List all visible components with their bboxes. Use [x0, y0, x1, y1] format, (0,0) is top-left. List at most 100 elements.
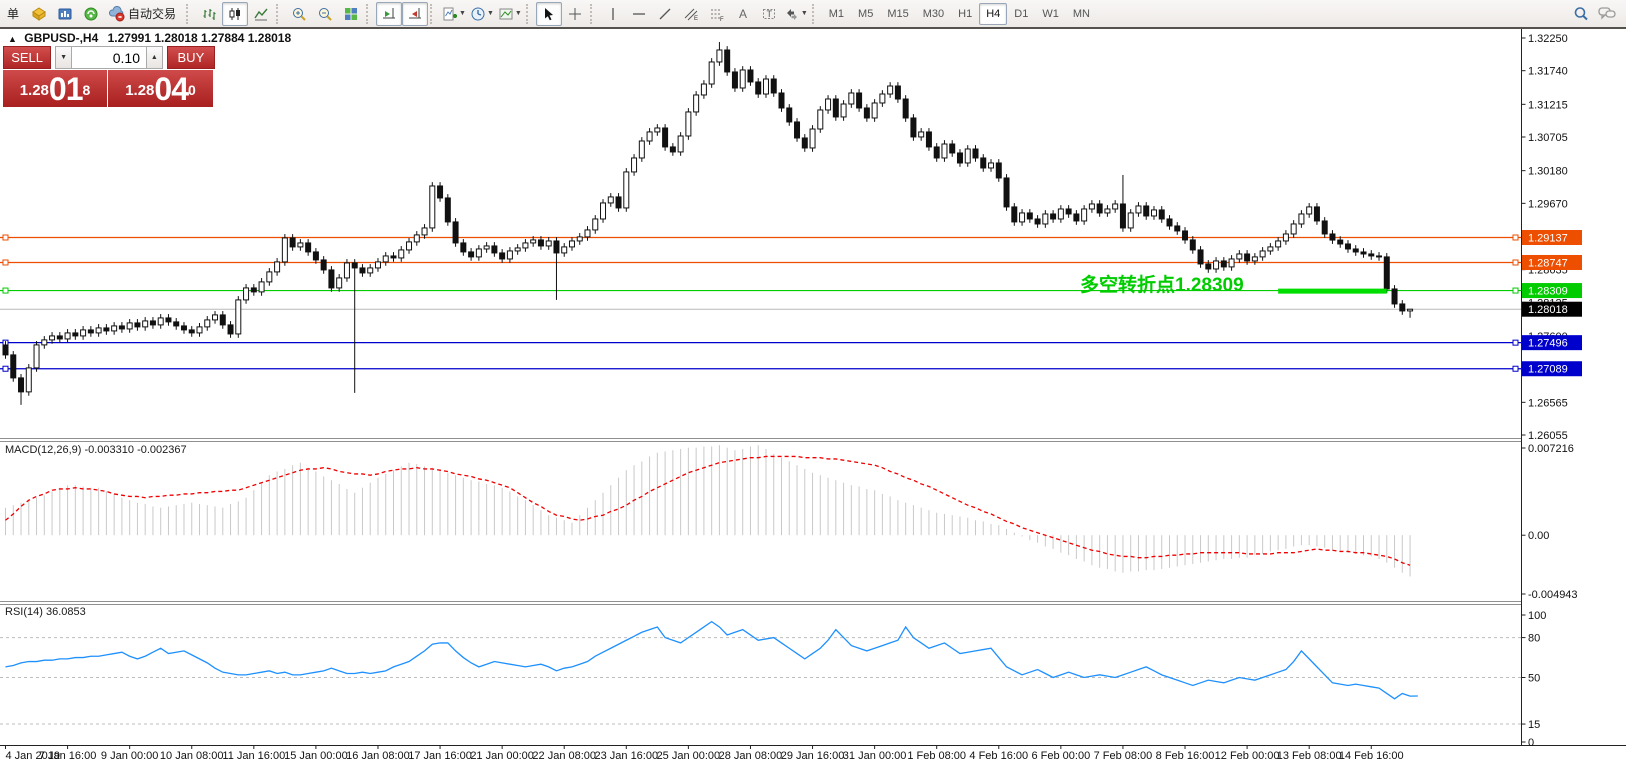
sell-price-base: 1.28: [20, 78, 49, 104]
timeframe-button-m5[interactable]: M5: [851, 3, 880, 25]
axis-tick-label: 0.00: [1528, 530, 1549, 542]
svg-text:T: T: [766, 9, 772, 19]
line-chart-type-button[interactable]: [248, 2, 274, 26]
timeframe-button-h1[interactable]: H1: [951, 3, 979, 25]
sell-button[interactable]: SELL: [3, 46, 51, 69]
timeframe-button-m15[interactable]: M15: [880, 3, 915, 25]
line-handle[interactable]: [1513, 366, 1518, 371]
autotrading-button[interactable]: 自动交易: [104, 2, 184, 26]
toolbar-separator: [276, 4, 282, 24]
zoom-in-button[interactable]: [286, 2, 312, 26]
timeframe-button-w1[interactable]: W1: [1035, 3, 1066, 25]
time-axis-label: 15 Jan 00:00: [284, 750, 348, 762]
axis-tick-label: 1.31215: [1528, 99, 1568, 111]
line-handle[interactable]: [3, 260, 8, 265]
horizontal-line-tool-button[interactable]: [626, 2, 652, 26]
indicators-button[interactable]: ▼: [440, 2, 468, 26]
new-order-button[interactable]: 单: [0, 2, 26, 26]
time-axis-label: 23 Jan 16:00: [594, 750, 658, 762]
zoom-out-button[interactable]: [312, 2, 338, 26]
tile-windows-button[interactable]: [338, 2, 364, 26]
fibonacci-tool-button[interactable]: F: [704, 2, 730, 26]
search-button[interactable]: [1568, 2, 1594, 26]
price-badge: 1.28309: [1522, 283, 1582, 298]
cursor-button[interactable]: [536, 2, 562, 26]
zoom-out-icon: [317, 6, 333, 22]
autotrading-icon: [109, 6, 125, 22]
time-axis-label: 16 Jan 08:00: [346, 750, 410, 762]
timeframe-button-m30[interactable]: M30: [916, 3, 951, 25]
timeframe-button-group: M1M5M15M30H1H4D1W1MN: [822, 3, 1097, 25]
equidistant-channel-tool-button[interactable]: E: [678, 2, 704, 26]
templates-button[interactable]: ▼: [496, 2, 524, 26]
svg-text:1.29137: 1.29137: [1528, 232, 1568, 244]
text-tool-button[interactable]: A: [730, 2, 756, 26]
line-handle[interactable]: [1513, 288, 1518, 293]
text-label-tool-button[interactable]: T: [756, 2, 782, 26]
channel-icon: E: [683, 6, 699, 22]
timeframe-button-m1[interactable]: M1: [822, 3, 851, 25]
volume-decrease-button[interactable]: ▼: [55, 46, 72, 69]
time-axis-label: 12 Feb 00:00: [1215, 750, 1280, 762]
sell-price-pips: 01: [49, 74, 83, 104]
buy-price-box[interactable]: 1.28 04 0: [108, 70, 213, 107]
navigator-button[interactable]: [78, 2, 104, 26]
line-handle[interactable]: [1513, 340, 1518, 345]
buy-price-point: 0: [188, 70, 196, 110]
line-handle[interactable]: [1513, 260, 1518, 265]
sell-price-box[interactable]: 1.28 01 8: [3, 70, 107, 107]
symbol-ohlc: 1.27991 1.28018 1.27884 1.28018: [108, 31, 292, 45]
horizontal-line-icon: [631, 6, 647, 22]
line-handle[interactable]: [3, 288, 8, 293]
price-badge: 1.27496: [1522, 335, 1582, 350]
axis-tick-label: 100: [1528, 610, 1546, 622]
one-click-toggle-icon[interactable]: ▲: [8, 34, 17, 44]
trend-annotation-text[interactable]: 多空转折点1.28309: [1080, 270, 1244, 297]
data-window-button[interactable]: [52, 2, 78, 26]
vertical-line-tool-button[interactable]: [600, 2, 626, 26]
bar-chart-type-button[interactable]: [196, 2, 222, 26]
line-handle[interactable]: [3, 366, 8, 371]
trendline-icon: [657, 6, 673, 22]
dropdown-caret-icon: ▼: [801, 10, 808, 17]
macd-signal-line: [6, 456, 1411, 565]
tile-windows-icon: [343, 6, 359, 22]
periods-button[interactable]: ▼: [468, 2, 496, 26]
crosshair-button[interactable]: [562, 2, 588, 26]
chat-button[interactable]: [1594, 2, 1620, 26]
trendline-tool-button[interactable]: [652, 2, 678, 26]
time-axis-label: 29 Jan 16:00: [781, 750, 845, 762]
line-handle[interactable]: [1513, 235, 1518, 240]
axis-tick-label: 1.26565: [1528, 397, 1568, 409]
volume-increase-button[interactable]: ▲: [146, 46, 163, 69]
vertical-line-icon: [605, 6, 621, 22]
timeframe-button-h4[interactable]: H4: [979, 3, 1007, 25]
template-icon: [498, 6, 514, 22]
svg-text:1.28747: 1.28747: [1528, 257, 1568, 269]
time-axis-label: 13 Feb 08:00: [1277, 750, 1342, 762]
time-axis-label: 28 Jan 08:00: [719, 750, 783, 762]
volume-input[interactable]: [72, 46, 146, 69]
toolbar-separator: [430, 4, 436, 24]
arrows-tool-button[interactable]: ▼: [782, 2, 810, 26]
one-click-trading-panel: SELL ▼ ▲ BUY 1.28 01 8 1.28 04 0: [3, 46, 215, 107]
candlestick-icon: [227, 6, 243, 22]
time-axis-label: 25 Jan 00:00: [657, 750, 721, 762]
axis-tick-label: 1.26055: [1528, 430, 1568, 442]
time-axis-label: 9 Jan 00:00: [101, 750, 159, 762]
svg-text:F: F: [720, 17, 724, 22]
candlestick-chart-type-button[interactable]: [222, 2, 248, 26]
chart-shift-button[interactable]: [402, 2, 428, 26]
line-handle[interactable]: [3, 235, 8, 240]
axis-tick-label: 0.007216: [1528, 443, 1574, 455]
axis-tick-label: 1.29670: [1528, 198, 1568, 210]
search-icon: [1572, 5, 1590, 23]
navigator-icon: [83, 6, 99, 22]
buy-button[interactable]: BUY: [167, 46, 215, 69]
timeframe-button-d1[interactable]: D1: [1007, 3, 1035, 25]
market-watch-button[interactable]: [26, 2, 52, 26]
new-order-label: 单: [4, 5, 22, 22]
auto-scroll-button[interactable]: [376, 2, 402, 26]
timeframe-button-mn[interactable]: MN: [1066, 3, 1097, 25]
arrows-icon: [784, 6, 800, 22]
